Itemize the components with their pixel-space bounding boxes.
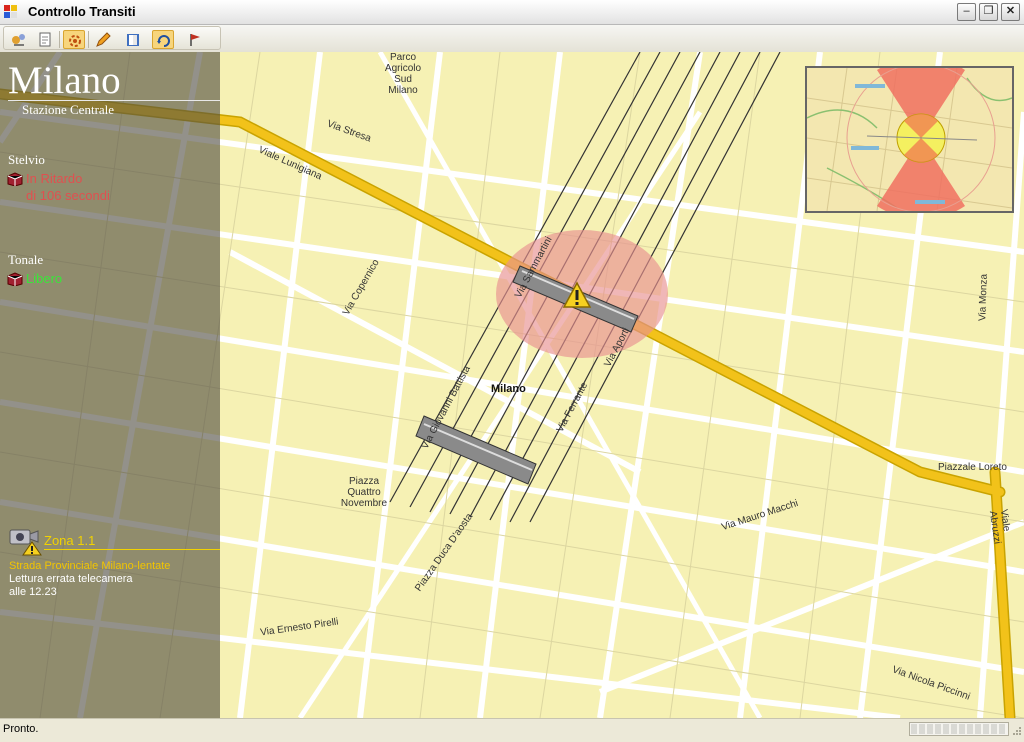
settings-icon[interactable] xyxy=(63,30,85,49)
train-icon xyxy=(7,172,23,187)
alert-time: alle 12.23 xyxy=(9,586,57,598)
toolbar xyxy=(0,25,1024,52)
toolbar-strip xyxy=(3,26,221,50)
book-icon[interactable] xyxy=(122,30,144,49)
document-icon[interactable] xyxy=(34,30,56,49)
minimize-button[interactable]: – xyxy=(957,3,976,21)
progress-bar xyxy=(909,722,1009,736)
line-name-stelvio: Stelvio xyxy=(8,152,45,167)
map-label-parco: Parco Agricolo Sud Milano xyxy=(384,52,422,96)
line-name-tonale: Tonale xyxy=(8,252,44,267)
status-bar: Pronto. xyxy=(0,718,1024,742)
train-icon xyxy=(7,272,23,287)
app-icon xyxy=(4,5,18,19)
alert-road: Strada Provinciale Milano-lentate xyxy=(9,560,171,572)
map-city-label: Milano xyxy=(491,383,526,395)
window-title: Controllo Transiti xyxy=(28,4,136,19)
maximize-button[interactable]: ❐ xyxy=(979,3,998,21)
station-name: Stazione Centrale xyxy=(22,102,115,117)
flag-icon[interactable] xyxy=(184,30,206,49)
refresh-icon[interactable] xyxy=(152,30,174,49)
map-label-quattro-novembre: Piazza Quattro Novembre xyxy=(340,476,388,509)
minimap[interactable] xyxy=(805,66,1014,213)
map-label-monza: Via Monza xyxy=(977,273,990,322)
zone-label[interactable]: Zona 1.1 xyxy=(44,533,95,548)
city-name: Milano xyxy=(8,59,121,102)
map-label-loreto: Piazzale Loreto xyxy=(938,462,1007,473)
status-text: Pronto. xyxy=(3,723,39,735)
divider xyxy=(44,549,220,550)
edit-icon[interactable] xyxy=(92,30,114,49)
close-button[interactable]: ✕ xyxy=(1001,3,1020,21)
title-bar: Controllo Transiti – ❐ ✕ xyxy=(0,0,1024,25)
info-panel: Milano Stazione Centrale Stelvio In Rita… xyxy=(0,52,220,718)
divider xyxy=(8,100,220,101)
resize-grip-icon[interactable] xyxy=(1010,723,1022,737)
status-stelvio: In Ritardo xyxy=(26,171,83,186)
alert-message: Lettura errata telecamera xyxy=(9,573,133,585)
status-stelvio-detail: di 106 secondi xyxy=(26,188,110,203)
warning-icon[interactable] xyxy=(562,281,592,309)
connect-icon[interactable] xyxy=(8,30,30,49)
map-view[interactable]: Parco Agricolo Sud Milano Viale Lunigian… xyxy=(0,52,1024,718)
camera-warning-icon[interactable] xyxy=(8,526,42,556)
progress-fill xyxy=(911,724,1007,734)
status-tonale: Libero xyxy=(26,271,63,286)
